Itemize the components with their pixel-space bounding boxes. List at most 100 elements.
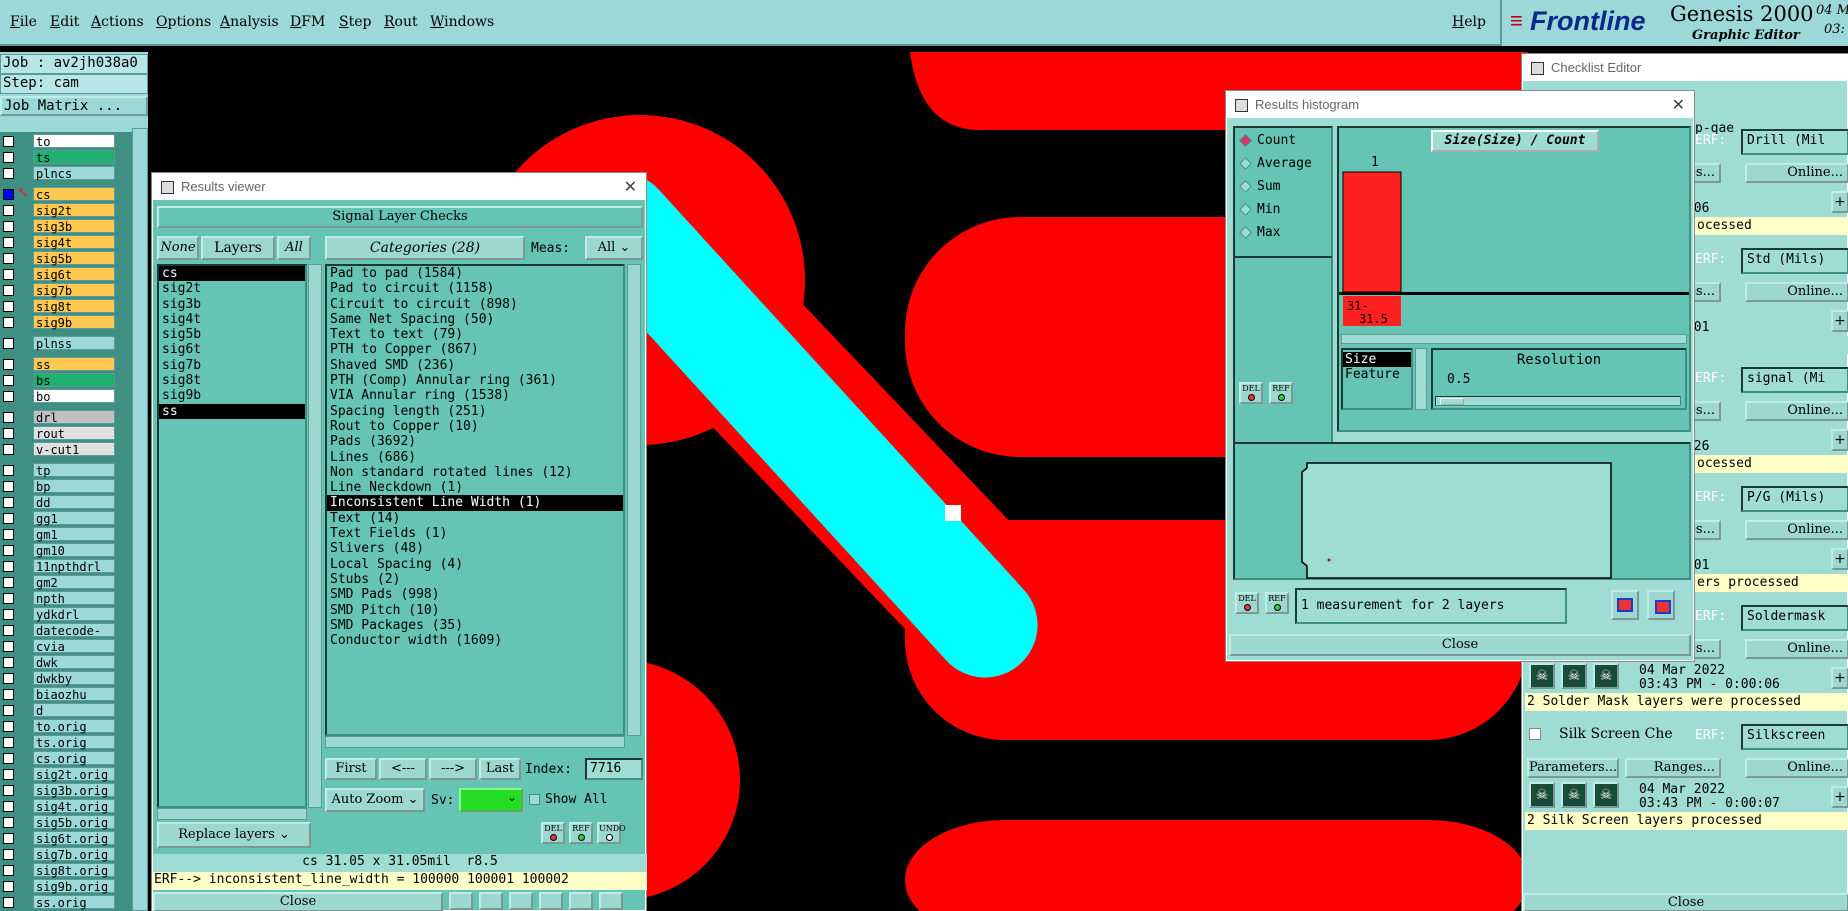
layer-checkbox[interactable]	[3, 577, 14, 588]
feature-option[interactable]: Feature	[1343, 367, 1411, 382]
all-layers-button[interactable]: All	[277, 236, 311, 260]
layer-checkbox[interactable]	[3, 465, 14, 476]
none-button[interactable]: None	[157, 236, 199, 260]
layer-row[interactable]: dwk	[0, 655, 116, 670]
layer-row[interactable]: sig7b.orig	[0, 847, 116, 862]
expand-icon[interactable]: +	[1831, 667, 1848, 689]
layer-row[interactable]: plncs	[0, 166, 116, 181]
last-button[interactable]: Last	[479, 758, 521, 780]
menu-help[interactable]: Help	[1452, 14, 1486, 30]
run-action-icon[interactable]: ☠	[1593, 782, 1619, 808]
layer-result-item[interactable]: sig6t	[159, 342, 305, 357]
layer-row[interactable]: ↖ cs	[0, 185, 116, 202]
category-item[interactable]: Spacing length (251)	[327, 404, 623, 419]
layer-checkbox[interactable]	[3, 513, 14, 524]
layer-checkbox[interactable]	[3, 881, 14, 892]
layer-checkbox[interactable]	[3, 833, 14, 844]
layer-checkbox[interactable]	[3, 721, 14, 732]
next-button[interactable]: --->	[429, 758, 477, 780]
layer-result-item[interactable]: sig2t	[159, 281, 305, 296]
resolution-slider[interactable]	[1435, 396, 1681, 406]
layers-button[interactable]: Layers	[201, 236, 275, 260]
online-button[interactable]: Online...	[1745, 639, 1848, 659]
run-action-icon[interactable]: ☠	[1561, 663, 1587, 689]
layer-result-item[interactable]: sig5b	[159, 327, 305, 342]
layer-checkbox[interactable]	[3, 317, 14, 328]
parameters-button[interactable]: Parameters...	[1527, 758, 1619, 778]
category-item[interactable]: PTH to Copper (867)	[327, 342, 623, 357]
erf-select[interactable]: signal (Mi	[1741, 367, 1848, 393]
online-button[interactable]: Online...	[1745, 401, 1848, 421]
layer-row[interactable]: sig4t.orig	[0, 799, 116, 814]
online-button[interactable]: Online...	[1745, 163, 1848, 183]
layer-checkbox[interactable]	[3, 189, 14, 200]
first-button[interactable]: First	[325, 758, 377, 780]
category-item[interactable]: SMD Packages (35)	[327, 618, 623, 633]
layer-checkbox[interactable]	[3, 641, 14, 652]
auto-zoom-select[interactable]: Auto Zoom ⌄	[325, 788, 425, 812]
category-item[interactable]: Conductor width (1609)	[327, 633, 623, 648]
run-action-icon[interactable]: ☠	[1529, 663, 1555, 689]
erf-select[interactable]: Silkscreen	[1741, 724, 1848, 750]
layer-result-item[interactable]: sig7b	[159, 358, 305, 373]
category-item[interactable]: Slivers (48)	[327, 541, 623, 556]
layer-row[interactable]: ts.orig	[0, 735, 116, 750]
toolbar-icon-3[interactable]	[509, 892, 533, 910]
expand-icon[interactable]: +	[1831, 310, 1848, 332]
toolbar-icon-2[interactable]	[479, 892, 503, 910]
sv-color-select[interactable]: ⌄	[459, 788, 523, 812]
category-item[interactable]: Pads (3692)	[327, 434, 623, 449]
menu-options[interactable]: Options	[156, 14, 211, 30]
layer-result-item[interactable]: ss	[159, 403, 305, 419]
layer-row[interactable]: 11npthdrl	[0, 559, 116, 574]
replace-layers-select[interactable]: Replace layers ⌄	[157, 822, 311, 848]
layer-row[interactable]: gm1	[0, 527, 116, 542]
expand-icon[interactable]: +	[1831, 191, 1848, 213]
layer-row[interactable]: ss	[0, 357, 116, 372]
layer-results-list[interactable]: cs sig2t sig3b sig4t sig5b sig6t sig7b sig8t sig…	[157, 264, 307, 808]
layer-checkbox[interactable]	[3, 428, 14, 439]
export-icon-1[interactable]	[1611, 590, 1639, 620]
categories-list[interactable]: Pad to pad (1584) Pad to circuit (1158) Ci…	[325, 264, 625, 736]
layer-row[interactable]: ts	[0, 150, 116, 165]
layer-row[interactable]: sig9b.orig	[0, 879, 116, 894]
category-item[interactable]: PTH (Comp) Annular ring (361)	[327, 373, 623, 388]
size-option[interactable]: Size	[1343, 352, 1411, 367]
category-item[interactable]: VIA Annular ring (1538)	[327, 388, 623, 403]
category-item[interactable]: Text to text (79)	[327, 327, 623, 342]
erf-select[interactable]: P/G (Mils)	[1741, 486, 1848, 512]
resolution-slider-handle[interactable]	[1440, 398, 1464, 405]
category-item[interactable]: Lines (686)	[327, 450, 623, 465]
silk-checkbox[interactable]	[1529, 728, 1541, 740]
layer-row[interactable]: bo	[0, 389, 116, 404]
layer-row[interactable]: sig9b	[0, 315, 116, 330]
export-icon-2[interactable]	[1647, 590, 1675, 620]
layer-checkbox[interactable]	[3, 338, 14, 349]
undo-button[interactable]: UNDO	[597, 822, 626, 844]
layer-checkbox[interactable]	[3, 689, 14, 700]
histogram-close-button[interactable]: Close	[1229, 634, 1691, 656]
layer-checkbox[interactable]	[3, 168, 14, 179]
layer-row[interactable]: sig5b.orig	[0, 815, 116, 830]
layer-checkbox[interactable]	[3, 285, 14, 296]
category-item[interactable]: Pad to circuit (1158)	[327, 281, 623, 296]
close-icon[interactable]: ✕	[624, 177, 637, 197]
category-item[interactable]: SMD Pitch (10)	[327, 603, 623, 618]
category-item[interactable]: Non standard rotated lines (12)	[327, 465, 623, 480]
category-item[interactable]: Pad to pad (1584)	[327, 266, 623, 281]
layer-row[interactable]: npth	[0, 591, 116, 606]
layer-row[interactable]: bp	[0, 479, 116, 494]
layer-checkbox[interactable]	[3, 609, 14, 620]
layer-list-scrollbar[interactable]	[132, 128, 148, 911]
hist-del-button[interactable]: DEL	[1239, 382, 1263, 404]
layer-row[interactable]: cvia	[0, 639, 116, 654]
layer-row[interactable]: dwkby	[0, 671, 116, 686]
layer-checkbox[interactable]	[3, 705, 14, 716]
hist-ref-button[interactable]: REF	[1269, 382, 1293, 404]
layer-checkbox[interactable]	[3, 561, 14, 572]
results-viewer-close-button[interactable]: Close	[153, 892, 443, 911]
category-item[interactable]: Stubs (2)	[327, 572, 623, 587]
expand-icon[interactable]: +	[1831, 429, 1848, 451]
category-item[interactable]: Text Fields (1)	[327, 526, 623, 541]
toolbar-icon-1[interactable]	[449, 892, 473, 910]
